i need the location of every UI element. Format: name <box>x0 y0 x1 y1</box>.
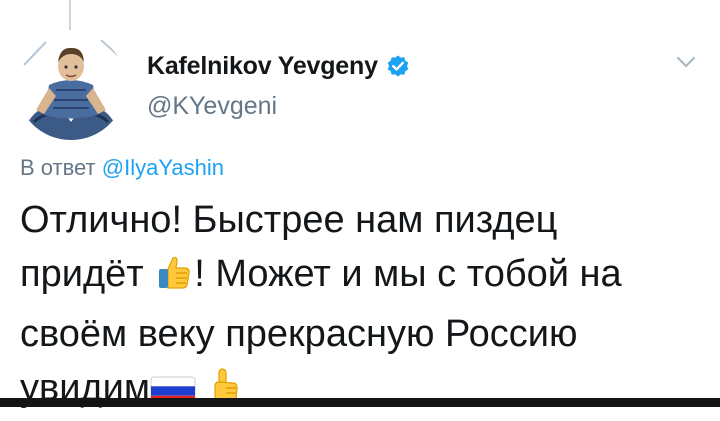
thumbs-up-icon <box>154 252 194 307</box>
avatar-image <box>16 30 126 140</box>
tweet-text-part-4: своём веку прекрасную Россию <box>20 313 578 355</box>
avatar[interactable] <box>16 30 126 140</box>
pointing-up-icon <box>207 366 241 421</box>
tweet-text-part-1: Отлично! Быстрее нам пиздец <box>20 199 558 241</box>
reply-mention-link[interactable]: @IlyaYashin <box>102 155 224 180</box>
verified-badge-icon <box>386 54 410 78</box>
reply-prefix: В ответ <box>20 155 96 180</box>
thread-connector-line <box>69 0 71 30</box>
chevron-down-icon[interactable] <box>675 55 697 69</box>
author-display-name[interactable]: Kafelnikov Yevgeny <box>147 52 378 81</box>
russia-flag-icon <box>150 367 196 421</box>
tweet-text-part-2: придёт <box>20 253 144 295</box>
tweet-text: Отлично! Быстрее нам пиздец придёт ! Мож… <box>20 193 710 421</box>
author-handle[interactable]: @KYevgeni <box>147 92 277 121</box>
bottom-bar <box>0 398 720 407</box>
tweet-text-part-3: ! Может и мы с тобой на <box>194 253 622 295</box>
author-name-row: Kafelnikov Yevgeny <box>147 50 410 82</box>
reply-context: В ответ @IlyaYashin <box>20 155 224 181</box>
